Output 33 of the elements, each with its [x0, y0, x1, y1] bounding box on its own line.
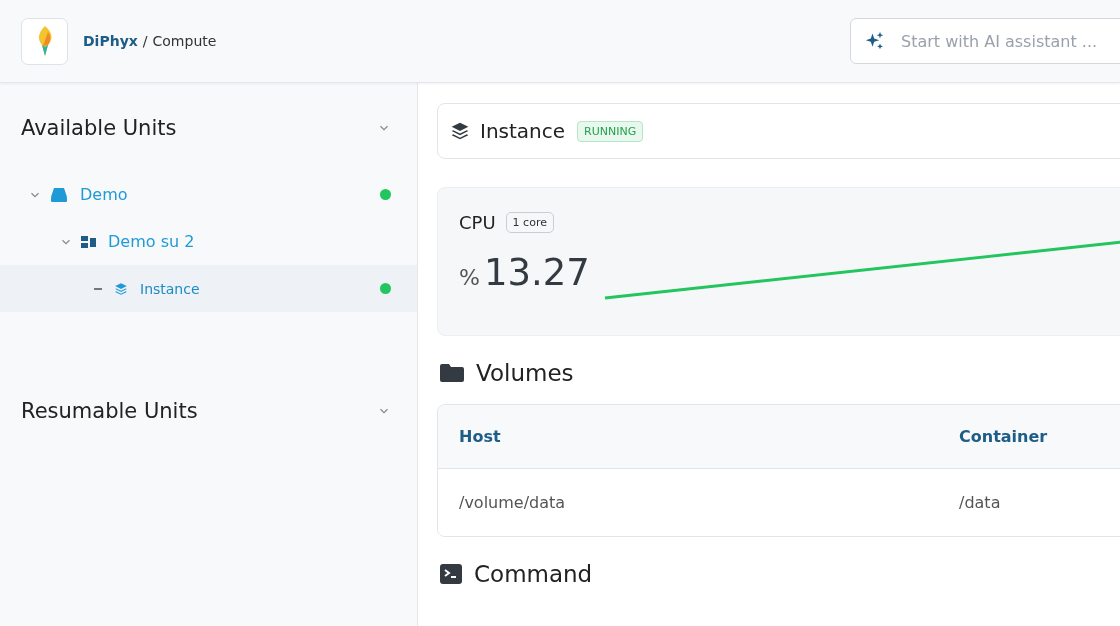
- table-cell-text: /data: [959, 493, 1002, 512]
- sparkles-icon: [865, 31, 885, 51]
- drive-icon: [50, 186, 68, 203]
- cores-badge: 1 core: [505, 212, 554, 233]
- tree-label[interactable]: Demo: [80, 185, 372, 204]
- breadcrumb-link[interactable]: DiPhyx: [83, 33, 138, 49]
- layers-icon: [450, 121, 470, 141]
- ai-assistant-field[interactable]: Start with AI assistant ...: [850, 18, 1120, 64]
- instance-title: Instance: [480, 119, 566, 143]
- section-heading: Command: [474, 561, 593, 587]
- percent-unit: %: [459, 265, 480, 290]
- cpu-label: CPU: [459, 212, 496, 233]
- terminal-icon: [440, 564, 462, 584]
- status-badge: RUNNING: [577, 120, 644, 142]
- folder-icon: [440, 363, 464, 383]
- layers-icon: [114, 281, 128, 296]
- dash-icon: [94, 287, 102, 290]
- cpu-value: 13.27: [483, 251, 590, 294]
- tree-row[interactable]: Demo: [0, 171, 417, 218]
- section-title: Resumable Units: [21, 399, 199, 423]
- tree-label[interactable]: Demo su 2: [108, 232, 391, 251]
- tree-label[interactable]: Instance: [140, 280, 372, 297]
- breadcrumb-separator: /: [142, 33, 148, 49]
- table-cell-text: /volume/data: [459, 493, 567, 512]
- section-heading: Volumes: [476, 360, 574, 386]
- column-header: Container: [959, 427, 1049, 446]
- section-title: Available Units: [21, 116, 178, 140]
- breadcrumb-current: Compute: [152, 33, 217, 49]
- blocks-icon: [81, 235, 96, 248]
- logo-icon[interactable]: [21, 17, 68, 65]
- column-header: Host: [459, 427, 502, 446]
- tree-row[interactable]: Demo su 2: [0, 218, 417, 265]
- tree-row-selected[interactable]: Instance: [0, 265, 417, 312]
